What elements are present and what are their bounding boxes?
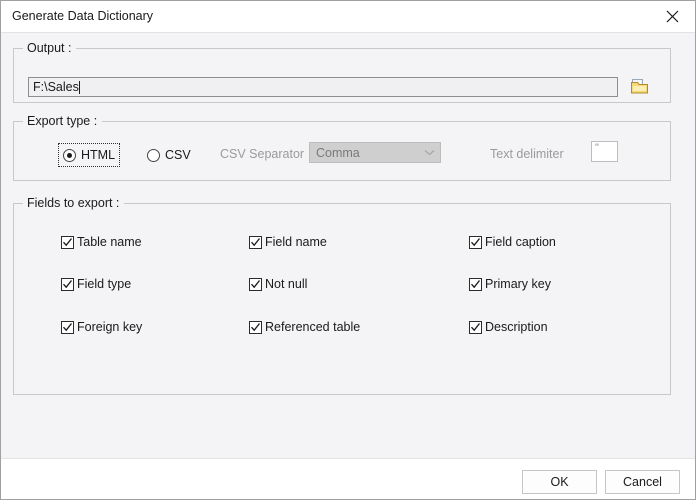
window-title: Generate Data Dictionary bbox=[12, 9, 154, 23]
radio-export-csv[interactable]: CSV bbox=[147, 146, 191, 164]
checkbox-referenced-table[interactable]: Referenced table bbox=[249, 319, 360, 335]
checkbox-label: Referenced table bbox=[265, 320, 361, 334]
checkbox-table-name[interactable]: Table name bbox=[61, 234, 142, 250]
checkbox-indicator bbox=[469, 320, 482, 334]
checkbox-foreign-key[interactable]: Foreign key bbox=[61, 319, 142, 335]
csv-separator-label: CSV Separator bbox=[220, 147, 305, 161]
checkbox-field-type[interactable]: Field type bbox=[61, 276, 131, 292]
checkbox-label: Field type bbox=[77, 277, 132, 291]
radio-export-html[interactable]: HTML bbox=[57, 143, 121, 167]
output-group-caption: Output : bbox=[23, 41, 77, 55]
csv-separator-dropdown: Comma bbox=[309, 142, 441, 163]
checkbox-indicator bbox=[61, 320, 74, 334]
checkbox-label: Field name bbox=[265, 235, 327, 249]
cancel-button[interactable]: Cancel bbox=[605, 470, 680, 494]
checkbox-label: Primary key bbox=[485, 277, 551, 291]
fields-to-export-group: Fields to export : bbox=[13, 196, 671, 395]
text-delimiter-value: " bbox=[595, 142, 599, 154]
checkbox-label: Not null bbox=[265, 277, 308, 291]
output-path-value: F:\Sales bbox=[33, 80, 79, 94]
radio-label-csv: CSV bbox=[165, 148, 191, 162]
dialog-content: Output : F:\Sales Export type : HTML CSV… bbox=[1, 33, 695, 458]
checkbox-label: Table name bbox=[77, 235, 142, 249]
checkbox-indicator bbox=[249, 235, 262, 249]
text-delimiter-label: Text delimiter bbox=[490, 147, 564, 161]
checkbox-field-name[interactable]: Field name bbox=[249, 234, 327, 250]
radio-indicator-csv bbox=[147, 148, 160, 162]
checkbox-field-caption[interactable]: Field caption bbox=[469, 234, 556, 250]
output-path-input[interactable]: F:\Sales bbox=[28, 77, 618, 97]
export-type-group-caption: Export type : bbox=[23, 114, 103, 128]
chevron-down-icon bbox=[418, 149, 440, 156]
checkbox-primary-key[interactable]: Primary key bbox=[469, 276, 551, 292]
folder-open-icon[interactable] bbox=[628, 75, 652, 98]
checkbox-label: Foreign key bbox=[77, 320, 143, 334]
checkbox-label: Field caption bbox=[485, 235, 556, 249]
dialog-footer: OK Cancel bbox=[1, 458, 695, 499]
checkbox-indicator bbox=[249, 277, 262, 291]
radio-indicator-html bbox=[63, 148, 76, 162]
generate-data-dictionary-dialog: Generate Data Dictionary Ca Output : F:\… bbox=[0, 0, 696, 500]
ok-button[interactable]: OK bbox=[522, 470, 597, 494]
checkbox-not-null[interactable]: Not null bbox=[249, 276, 307, 292]
text-delimiter-input: " bbox=[591, 141, 618, 162]
checkbox-description[interactable]: Description bbox=[469, 319, 548, 335]
title-bar: Generate Data Dictionary bbox=[1, 1, 695, 33]
checkbox-label: Description bbox=[485, 320, 548, 334]
checkbox-indicator bbox=[249, 320, 262, 334]
checkbox-indicator bbox=[469, 235, 482, 249]
fields-to-export-group-caption: Fields to export : bbox=[23, 196, 125, 210]
csv-separator-value: Comma bbox=[316, 145, 360, 160]
checkbox-indicator bbox=[61, 235, 74, 249]
close-icon[interactable] bbox=[649, 1, 695, 32]
checkbox-indicator bbox=[469, 277, 482, 291]
text-caret bbox=[78, 80, 80, 94]
checkbox-indicator bbox=[61, 277, 74, 291]
radio-label-html: HTML bbox=[81, 148, 116, 162]
